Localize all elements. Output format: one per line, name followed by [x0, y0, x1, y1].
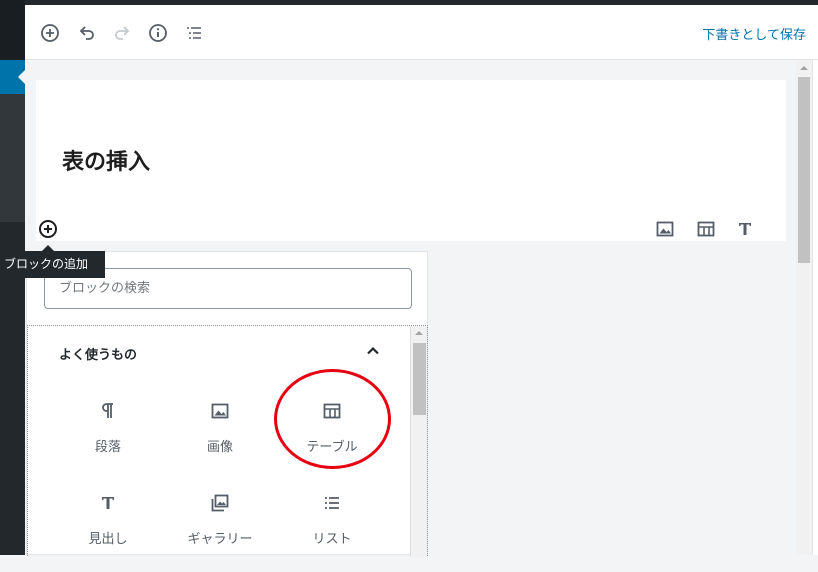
scroll-up-icon[interactable]: [415, 331, 423, 335]
paragraph-icon: [97, 400, 119, 422]
admin-submenu: [0, 94, 25, 222]
block-item-image[interactable]: 画像: [165, 400, 275, 480]
chevron-up-icon[interactable]: [365, 343, 381, 359]
quick-image-icon[interactable]: [654, 218, 676, 240]
info-icon[interactable]: [147, 22, 169, 44]
add-block-tooltip: ブロックの追加: [0, 245, 105, 278]
block-label: ギャラリー: [187, 532, 253, 547]
scrollbar-thumb[interactable]: [413, 343, 426, 415]
settings-sidebar-edge: [812, 60, 818, 555]
undo-icon[interactable]: [76, 22, 98, 44]
redo-icon[interactable]: [111, 22, 133, 44]
active-arrow: [18, 70, 25, 84]
scrollbar-thumb[interactable]: [798, 77, 810, 263]
panel-scrollbar[interactable]: [410, 326, 427, 557]
admin-sidebar-top: [0, 0, 25, 60]
block-label: 段落: [94, 440, 121, 455]
block-item-paragraph[interactable]: 段落: [53, 400, 163, 480]
admin-menu-active-item[interactable]: [0, 60, 25, 94]
section-title[interactable]: よく使うもの: [59, 344, 137, 363]
block-item-gallery[interactable]: ギャラリー: [165, 492, 275, 572]
add-block-icon[interactable]: [39, 22, 61, 44]
highlight-annotation: [274, 369, 391, 469]
block-navigation-icon[interactable]: [183, 22, 205, 44]
block-label: 画像: [206, 440, 233, 455]
image-icon: [209, 400, 231, 422]
block-item-list[interactable]: リスト: [277, 492, 387, 572]
editor-scrollbar[interactable]: [796, 60, 812, 555]
heading-icon: [97, 492, 119, 514]
block-label: リスト: [312, 532, 352, 547]
quick-heading-icon[interactable]: [734, 218, 756, 240]
block-item-heading[interactable]: 見出し: [53, 492, 163, 572]
editor-header: 下書きとして保存: [25, 5, 818, 60]
post-title[interactable]: 表の挿入: [62, 144, 150, 176]
inline-add-block-icon[interactable]: [37, 218, 59, 240]
quick-table-icon[interactable]: [695, 218, 717, 240]
gallery-icon: [209, 492, 231, 514]
block-label: 見出し: [88, 532, 128, 547]
save-draft-button[interactable]: 下書きとして保存: [702, 24, 806, 43]
list-icon: [321, 492, 343, 514]
scroll-up-icon[interactable]: [800, 66, 808, 70]
